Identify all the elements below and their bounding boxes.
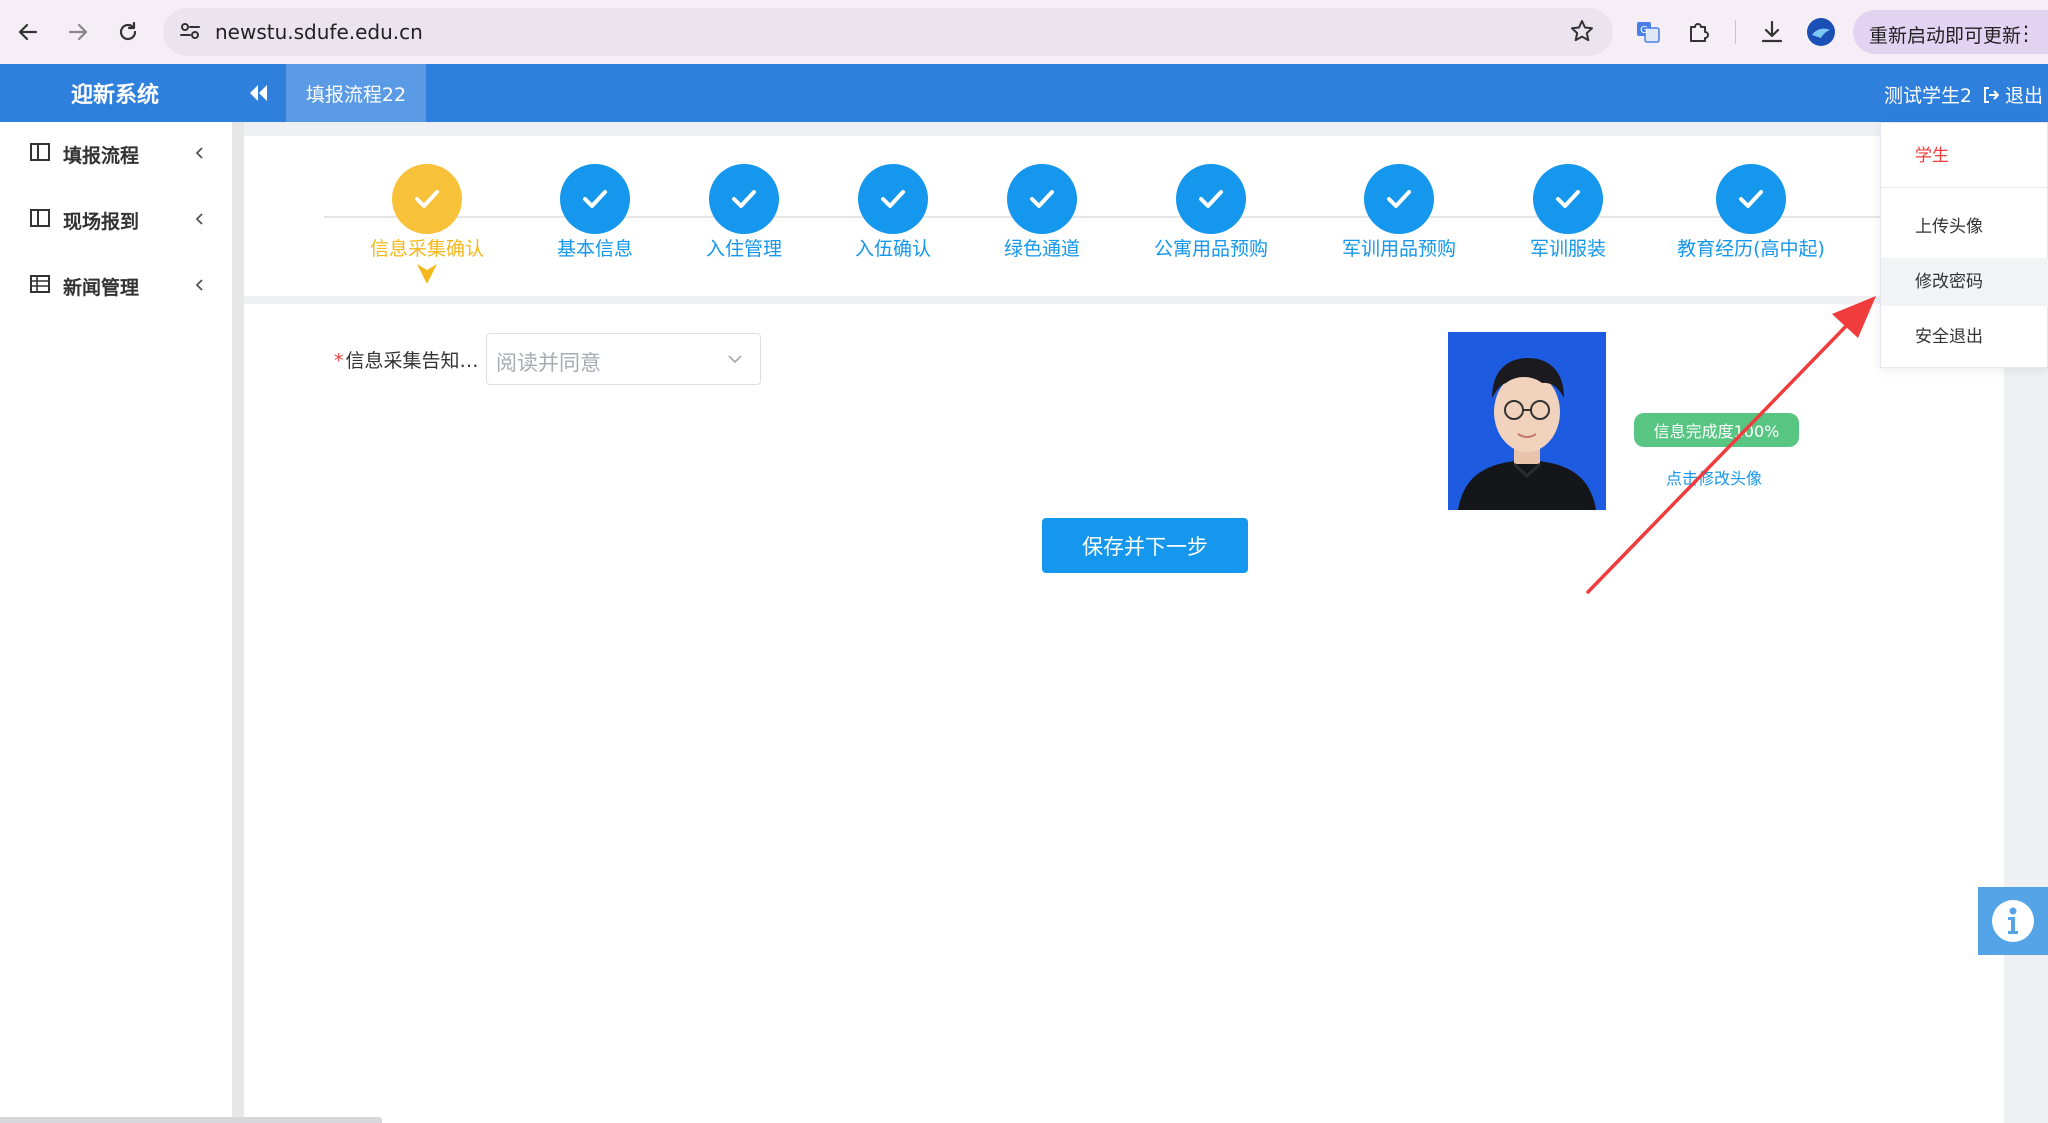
more-menu-icon[interactable]: ⋮ xyxy=(2016,21,2036,45)
browser-toolbar: newstu.sdufe.edu.cn G 重新启动即可更新 ⋮ xyxy=(0,0,2048,64)
chevron-left-icon xyxy=(194,211,206,230)
sidebar-item-onsite-checkin[interactable]: 现场报到 xyxy=(0,192,232,246)
step-label: 教育经历(高中起) xyxy=(1677,238,1825,260)
svg-text:G: G xyxy=(1640,25,1648,36)
relaunch-update-button[interactable]: 重新启动即可更新 ⋮ xyxy=(1853,10,2048,54)
completion-badge: 信息完成度100% xyxy=(1634,413,1799,447)
step-check-icon xyxy=(1533,164,1603,234)
logout-button[interactable]: 退出 xyxy=(1982,81,2043,108)
sidebar: 填报流程 现场报到 新闻管理 xyxy=(0,122,232,1123)
forward-icon[interactable] xyxy=(60,14,96,50)
user-dropdown-menu: 学生 上传头像 修改密码 安全退出 xyxy=(1880,122,2048,368)
extensions-icon[interactable] xyxy=(1681,14,1717,50)
step-check-icon xyxy=(560,164,630,234)
horizontal-scrollbar[interactable] xyxy=(0,1117,382,1123)
user-name[interactable]: 测试学生2 xyxy=(1884,81,1970,108)
step-check-icon xyxy=(1716,164,1786,234)
sidebar-item-label: 填报流程 xyxy=(63,145,140,167)
bookmark-star-icon[interactable] xyxy=(1569,18,1595,48)
logout-label: 退出 xyxy=(2005,85,2044,107)
site-settings-icon[interactable] xyxy=(177,18,203,48)
menu-item-safe-logout[interactable]: 安全退出 xyxy=(1881,313,2048,361)
info-notice-select[interactable]: 阅读并同意 xyxy=(486,333,761,385)
sidebar-divider xyxy=(232,122,244,1123)
sidebar-item-fill-process[interactable]: 填报流程 xyxy=(0,126,232,180)
user-role: 学生 xyxy=(1915,146,1949,166)
student-photo[interactable] xyxy=(1448,332,1606,510)
active-step-pointer-icon xyxy=(415,262,439,290)
change-avatar-link[interactable]: 点击修改头像 xyxy=(1666,465,1762,489)
step-check-icon xyxy=(858,164,928,234)
reload-icon[interactable] xyxy=(110,14,146,50)
app-title: 迎新系统 xyxy=(70,83,159,108)
step-check-icon xyxy=(1007,164,1077,234)
collapse-sidebar-icon[interactable] xyxy=(246,80,272,106)
step-check-icon xyxy=(1176,164,1246,234)
sidebar-item-news[interactable]: 新闻管理 xyxy=(0,258,232,312)
select-placeholder: 阅读并同意 xyxy=(496,351,601,375)
main-content: 信息采集确认 基本信息 入住管理 入伍确认 绿色通道 公寓用品预购 军训用品预购 xyxy=(244,122,2048,1123)
required-mark: * xyxy=(334,350,344,372)
download-icon[interactable] xyxy=(1754,14,1790,50)
columns-icon xyxy=(30,209,50,231)
info-icon xyxy=(1992,900,2034,942)
menu-item-change-password[interactable]: 修改密码 xyxy=(1881,258,2048,306)
menu-item-upload-avatar[interactable]: 上传头像 xyxy=(1881,203,2048,251)
step-check-icon xyxy=(392,164,462,234)
info-notice-label-text: 信息采集告知… xyxy=(345,350,479,372)
address-bar[interactable]: newstu.sdufe.edu.cn xyxy=(163,8,1613,56)
step-check-icon xyxy=(1364,164,1434,234)
sidebar-item-label: 新闻管理 xyxy=(63,277,140,299)
form-panel: * 信息采集告知… 阅读并同意 信息完成度100% 点击修改头像 保存并下一步 xyxy=(244,304,2004,1123)
table-icon xyxy=(30,275,50,297)
step-check-icon xyxy=(709,164,779,234)
tab-fill-process[interactable]: 填报流程22 xyxy=(286,64,426,122)
profile-avatar-icon[interactable] xyxy=(1803,14,1839,50)
save-next-button[interactable]: 保存并下一步 xyxy=(1042,518,1248,573)
info-notice-label: * 信息采集告知… xyxy=(334,346,479,373)
chevron-left-icon xyxy=(194,145,206,164)
step-label: 公寓用品预购 xyxy=(1153,238,1268,260)
back-icon[interactable] xyxy=(10,14,46,50)
relaunch-update-label: 重新启动即可更新 xyxy=(1869,25,2022,47)
step-label: 军训服装 xyxy=(1529,238,1606,260)
url-text: newstu.sdufe.edu.cn xyxy=(215,20,423,44)
info-float-button[interactable] xyxy=(1978,887,2048,955)
app-header: 迎新系统 填报流程22 测试学生2 退出 xyxy=(0,64,2048,122)
chevron-down-icon xyxy=(726,350,744,372)
translate-icon[interactable]: G xyxy=(1630,14,1666,50)
sidebar-item-label: 现场报到 xyxy=(63,211,140,233)
steps-bar: 信息采集确认 基本信息 入住管理 入伍确认 绿色通道 公寓用品预购 军训用品预购 xyxy=(244,136,2004,296)
chevron-left-icon xyxy=(194,277,206,296)
toolbar-divider xyxy=(1735,20,1736,44)
columns-icon xyxy=(30,143,50,165)
logout-icon xyxy=(1984,86,1999,103)
menu-divider xyxy=(1881,187,2048,188)
